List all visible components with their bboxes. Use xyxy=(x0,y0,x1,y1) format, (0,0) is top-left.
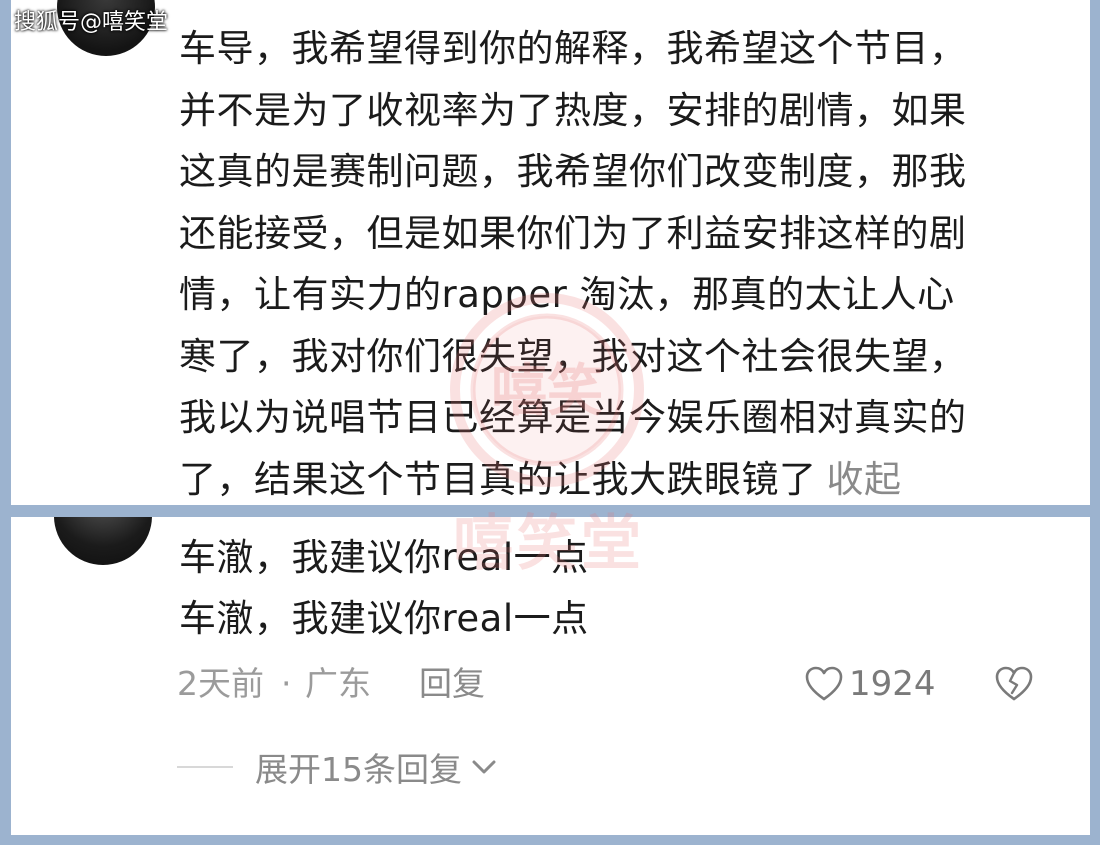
dislike-button[interactable] xyxy=(995,666,1033,713)
reply-line: 车澈，我建议你real一点 xyxy=(179,597,589,640)
like-count: 1924 xyxy=(849,664,936,704)
timestamp: 2天前 xyxy=(177,664,264,703)
location-label: 广东 xyxy=(305,664,371,703)
collapse-link[interactable]: 收起 xyxy=(827,458,902,501)
watermark-stamp-text: 嘻笑堂 xyxy=(453,509,645,579)
chevron-down-icon xyxy=(472,760,496,774)
comment-line: 并不是为了收视率为了热度，安排的剧情，如果 xyxy=(179,88,967,132)
comment-line: 车导，我希望得到你的解释，我希望这个节目， xyxy=(179,27,967,70)
reply-button[interactable]: 回复 xyxy=(419,662,485,706)
comment-body: 车导，我希望得到你的解释，我希望这个节目， 并不是为了收视率为了热度，安排的剧情… xyxy=(179,18,1059,505)
separator-dot: · xyxy=(281,664,292,703)
divider-line xyxy=(177,766,233,768)
comment-line: 我以为说唱节目已经算是当今娱乐圈相对真实的 xyxy=(179,396,967,439)
heart-outline-icon xyxy=(805,666,843,701)
expand-replies-button[interactable]: 展开15条回复 xyxy=(177,745,577,789)
source-watermark: 搜狐号@嘻笑堂 xyxy=(14,10,169,35)
broken-heart-icon xyxy=(995,666,1033,701)
comment-line: 情，让有实力的rapper 淘汰，那真的太让人心 xyxy=(179,273,955,316)
like-button[interactable]: 1924 xyxy=(805,662,936,706)
comment-line: 这真的是赛制问题，我希望你们改变制度，那我 xyxy=(179,150,967,193)
comment-line: 还能接受，但是如果你们为了利益安排这样的剧 xyxy=(179,211,967,255)
comment-line: 寒了，我对你们很失望，我对这个社会很失望， xyxy=(179,334,967,378)
comment-card: 车导，我希望得到你的解释，我希望这个节目， 并不是为了收视率为了热度，安排的剧情… xyxy=(11,0,1090,505)
expand-replies-label: 展开15条回复 xyxy=(255,750,462,789)
comment-meta: 2天前 · 广东 回复 1924 xyxy=(177,662,1057,706)
avatar[interactable] xyxy=(54,517,152,565)
